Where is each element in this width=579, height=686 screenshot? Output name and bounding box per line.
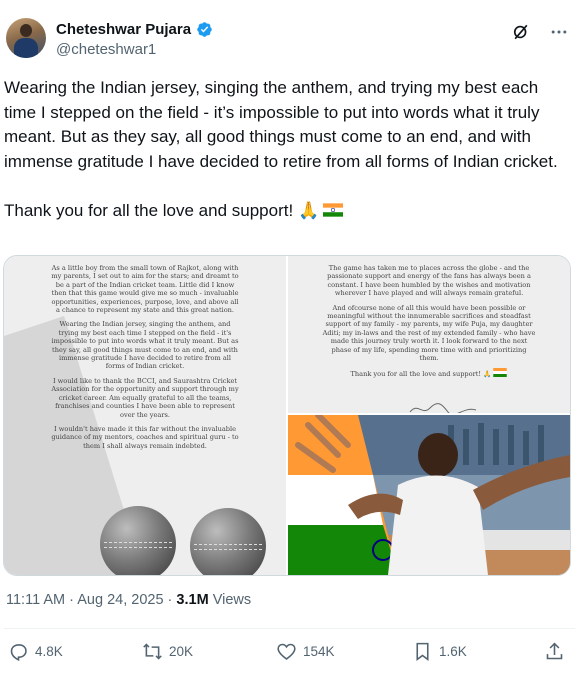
letter-left-paragraph: Wearing the Indian jersey, singing the a… (51, 320, 239, 371)
heart-icon (277, 643, 296, 660)
media-photo[interactable] (288, 415, 570, 575)
signature-graphic (408, 402, 478, 413)
tweet-meta: 11:11 AM · Aug 24, 2025 · 3.1M Views (6, 592, 251, 608)
reply-count: 4.8K (35, 644, 63, 659)
author-handle[interactable]: @cheteshwar1 (56, 41, 156, 58)
letter-right-paragraph: The game has taken me to places across t… (327, 264, 531, 298)
letter-right-paragraph: Thank you for all the love and support! … (322, 368, 536, 378)
share-button[interactable] (544, 641, 565, 662)
author-name-line: Cheteshwar Pujara (56, 21, 213, 38)
like-button[interactable]: 154K (276, 641, 335, 662)
tweet-header: Cheteshwar Pujara @cheteshwar1 (6, 18, 569, 64)
header-actions (511, 22, 569, 42)
folded-hands-emoji: 🙏 (298, 200, 320, 220)
meta-separator: · (69, 592, 74, 608)
reply-button[interactable]: 4.8K (8, 641, 63, 662)
india-flag-icon (493, 368, 508, 378)
bookmark-count: 1.6K (439, 644, 467, 659)
media-grid[interactable]: As a little boy from the small town of R… (3, 255, 571, 576)
repost-icon (143, 643, 162, 660)
letter-left-paragraph: I would like to thank the BCCI, and Saur… (51, 376, 239, 419)
divider (4, 628, 575, 629)
tweet-time[interactable]: 11:11 AM (6, 592, 65, 608)
letter-left-paragraph: As a little boy from the small town of R… (51, 264, 239, 315)
celebration-photo-graphic (288, 415, 570, 575)
reply-icon (10, 644, 27, 662)
tweet-date[interactable]: Aug 24, 2025 (77, 592, 163, 608)
tweet-paragraph-1: Wearing the Indian jersey, singing the a… (4, 78, 558, 171)
bookmark-icon (416, 642, 429, 661)
action-bar: 4.8K 20K 154K 1.6K (8, 641, 567, 665)
cricket-ball-graphic (190, 508, 266, 575)
share-icon (546, 642, 563, 660)
media-letter-left[interactable]: As a little boy from the small town of R… (4, 256, 286, 575)
tweet-paragraph-2: Thank you for all the love and support! (4, 200, 294, 220)
like-count: 154K (303, 644, 335, 659)
grok-icon[interactable] (511, 22, 531, 42)
views-label: Views (212, 592, 252, 608)
cricket-ball-graphic (100, 506, 176, 575)
bookmark-button[interactable]: 1.6K (412, 641, 467, 662)
verified-badge-icon (197, 22, 212, 37)
letter-right-paragraph: And ofcourse none of all this would have… (322, 303, 536, 363)
media-letter-right[interactable]: The game has taken me to places across t… (288, 256, 570, 413)
more-icon[interactable] (549, 22, 569, 42)
repost-count: 20K (169, 644, 194, 659)
india-flag-icon (323, 202, 344, 217)
letter-left-paragraph: I wouldn't have made it this far without… (51, 424, 239, 450)
tweet-text: Wearing the Indian jersey, singing the a… (4, 76, 572, 223)
meta-separator: · (167, 592, 173, 608)
display-name[interactable]: Cheteshwar Pujara (56, 21, 191, 38)
avatar[interactable] (6, 18, 46, 58)
views-count[interactable]: 3.1M (176, 592, 208, 608)
repost-button[interactable]: 20K (142, 641, 193, 662)
